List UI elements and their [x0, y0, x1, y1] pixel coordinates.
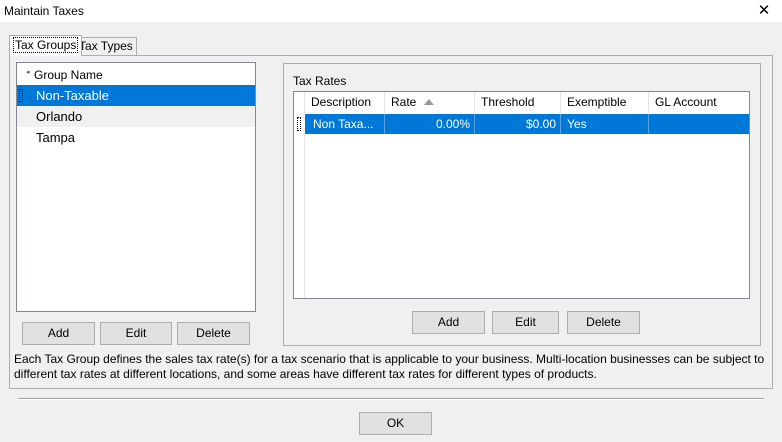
window-title: Maintain Taxes: [4, 4, 84, 18]
column-header-gl-account[interactable]: GL Account: [649, 92, 749, 113]
cell-rate: 0.00%: [385, 114, 475, 134]
tax-group-description: Each Tax Group defines the sales tax rat…: [14, 352, 765, 381]
cell-threshold: $0.00: [475, 114, 561, 134]
cell-gl-account: [649, 114, 749, 134]
tab-tax-types-label: Tax Types: [79, 39, 133, 53]
group-delete-button[interactable]: Delete: [177, 322, 250, 345]
focus-indicator: [19, 89, 23, 102]
rate-delete-button[interactable]: Delete: [567, 311, 640, 334]
group-add-button[interactable]: Add: [22, 322, 95, 345]
group-item-label: Non-Taxable: [36, 88, 109, 103]
column-header-rate[interactable]: Rate: [385, 92, 475, 113]
tax-rates-title: Tax Rates: [293, 74, 347, 88]
group-item-label: Tampa: [36, 130, 76, 145]
group-name-header-label: Group Name: [34, 68, 103, 82]
group-edit-button[interactable]: Edit: [100, 322, 172, 345]
column-header-label: Threshold: [481, 95, 535, 109]
group-item-orlando[interactable]: Orlando: [17, 106, 255, 127]
tab-tax-groups-label: Tax Groups: [13, 37, 79, 53]
tab-tax-types[interactable]: Tax Types: [75, 37, 137, 55]
rate-add-button[interactable]: Add: [412, 311, 485, 334]
group-name-column-header[interactable]: ◂ Group Name: [17, 63, 255, 84]
cell-description: Non Taxa...: [305, 114, 385, 134]
column-header-label: Exemptible: [567, 95, 627, 109]
close-icon[interactable]: ✕: [752, 1, 776, 21]
column-resize-icon: ◂: [26, 69, 30, 76]
group-item-label: Orlando: [36, 109, 83, 124]
column-header-description[interactable]: Description: [305, 92, 385, 113]
title-bar: Maintain Taxes ✕: [0, 0, 782, 22]
row-indicator[interactable]: [295, 114, 305, 134]
footer-separator: [18, 398, 764, 400]
tax-rates-grid[interactable]: Description Rate Threshold Exemptible GL…: [293, 91, 750, 299]
column-header-label: Rate: [391, 95, 417, 109]
column-header-label: Description: [311, 95, 372, 109]
group-item-non-taxable[interactable]: Non-Taxable: [17, 85, 255, 106]
tab-tax-groups[interactable]: Tax Groups: [9, 35, 83, 56]
column-header-label: GL Account: [655, 95, 717, 109]
group-item-tampa[interactable]: Tampa: [17, 127, 255, 148]
column-header-threshold[interactable]: Threshold: [475, 92, 561, 113]
ok-button[interactable]: OK: [359, 412, 432, 435]
focus-indicator: [297, 117, 301, 131]
sort-ascending-icon: [424, 99, 435, 105]
cell-exemptible: Yes: [561, 114, 649, 134]
tax-rate-row[interactable]: Non Taxa... 0.00% $0.00 Yes: [305, 114, 749, 134]
column-header-exemptible[interactable]: Exemptible: [561, 92, 649, 113]
rate-edit-button[interactable]: Edit: [492, 311, 559, 334]
